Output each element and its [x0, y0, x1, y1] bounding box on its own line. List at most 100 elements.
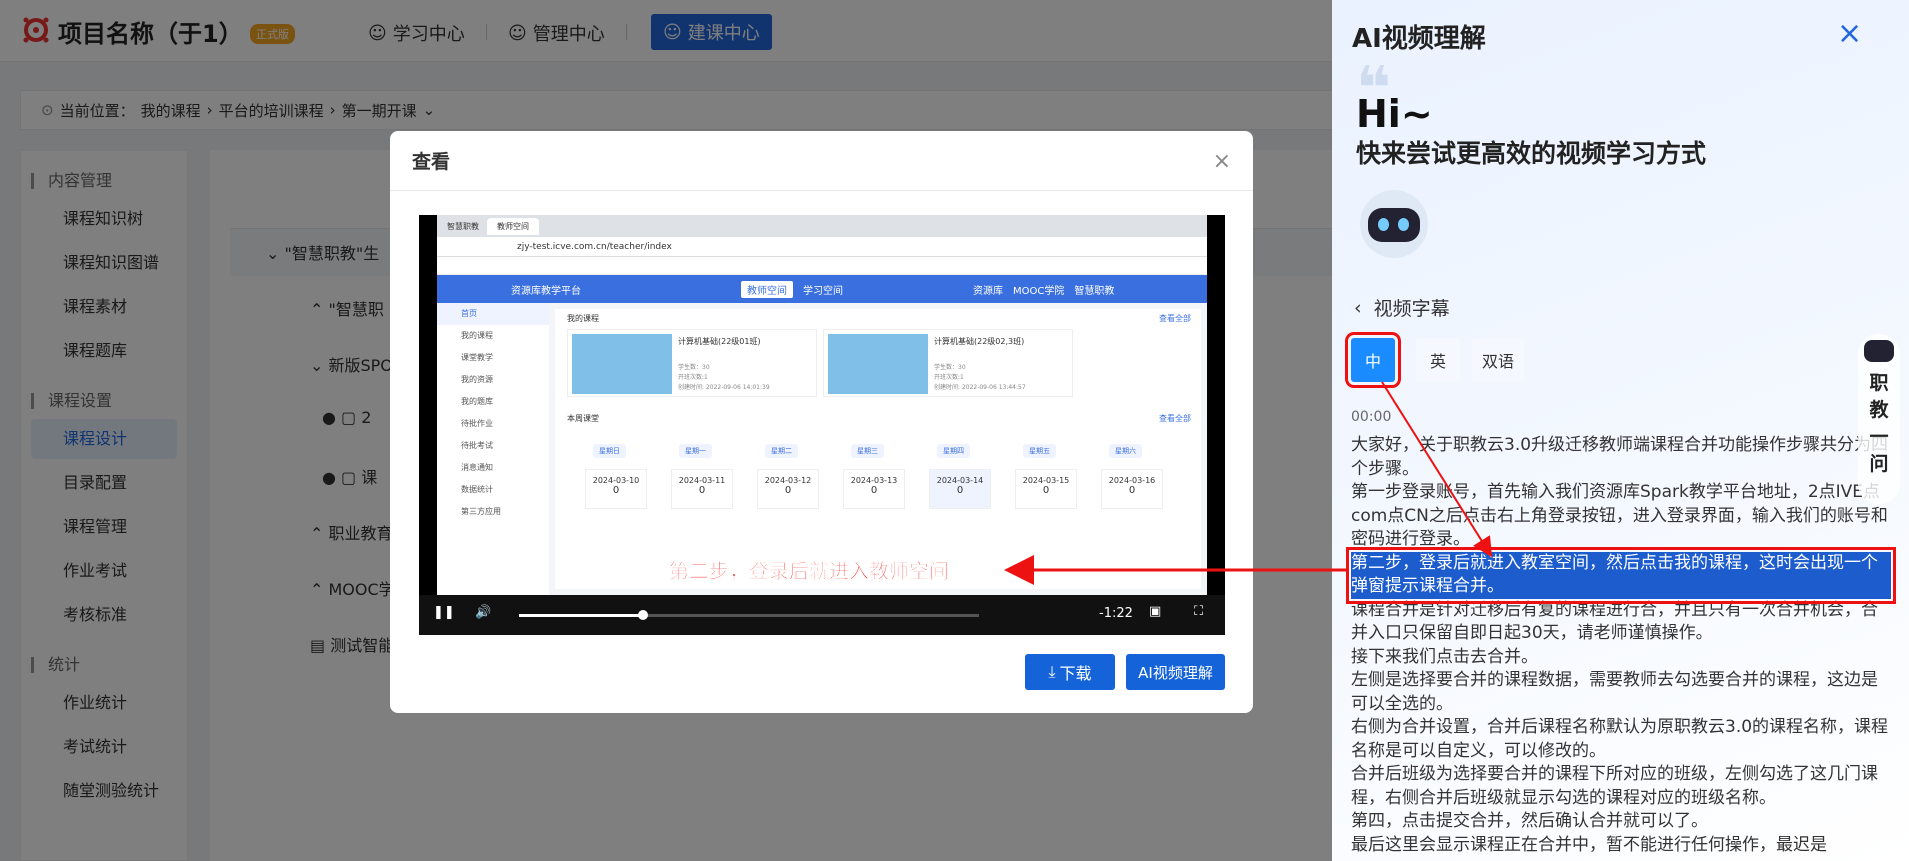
download-label: 下载: [1059, 664, 1092, 683]
app-name: 资源库教学平台: [511, 285, 581, 297]
date-label: 2024-03-16: [1108, 476, 1156, 485]
modal-title: 查看: [390, 131, 1253, 191]
ai-panel: AI视频理解 × ❝ Hi~ 快来尝试更高效的视频学习方式 ‹ 视频字幕 中 英…: [1332, 0, 1909, 861]
app-menu-item: 我的课程: [461, 331, 493, 340]
robot-avatar-icon: [1360, 190, 1428, 258]
week-view-all: 查看全部: [1159, 414, 1191, 423]
lang-zh-button[interactable]: 中: [1345, 332, 1401, 388]
browser-tabs: 智慧职教 教师空间: [437, 215, 1207, 237]
app-menu-item: 首页: [437, 303, 549, 325]
transcript-line[interactable]: 第一步登录账号，首先输入我们资源库Spark教学平台地址，2点IVE点com点C…: [1351, 481, 1891, 552]
video-controls: ❚❚ 🔊 -1:22 ▣ ⛶: [419, 595, 1225, 635]
date-cell: 2024-03-13 0: [843, 469, 905, 509]
date-label: 2024-03-14: [936, 476, 984, 485]
video-frame: 智慧职教 教师空间 zjy-test.icve.com.cn/teacher/i…: [437, 215, 1207, 595]
date-cell: 2024-03-16 0: [1101, 469, 1163, 509]
lang-bilingual-button[interactable]: 双语: [1472, 338, 1524, 382]
date-cell: 2024-03-11 0: [671, 469, 733, 509]
date-label: 2024-03-15: [1022, 476, 1070, 485]
app-menu-item: 待批考试: [461, 441, 493, 450]
course-created: 创建时间: 2022-09-06 13:44:57: [934, 384, 1026, 391]
view-all-link: 查看全部: [1159, 314, 1191, 323]
float-char: 职: [1869, 372, 1889, 394]
volume-icon[interactable]: 🔊: [475, 605, 491, 620]
course-thumbnail: [572, 334, 672, 394]
date-label: 2024-03-10: [592, 476, 640, 485]
transcript-line-highlighted[interactable]: 第二步，登录后就进入教室空间，然后点击我的课程，这时会出现一个弹窗提示课程合并。: [1346, 546, 1896, 604]
week-label: 本周课堂: [567, 414, 599, 423]
app-menu-item: 消息通知: [461, 463, 493, 472]
course-students: 学生数：30: [934, 364, 966, 371]
browser-tab: 教师空间: [487, 217, 539, 235]
transcript-line[interactable]: 第四，点击提交合并，然后确认合并就可以了。: [1351, 810, 1891, 834]
view-modal: 查看 × 智慧职教 教师空间 zjy-test.icve.com.cn/teac…: [390, 131, 1253, 713]
float-char: 教: [1869, 399, 1889, 421]
app-nav: 教师空间: [741, 280, 793, 298]
progress-handle[interactable]: [638, 610, 649, 620]
time-remaining: -1:22: [1099, 606, 1133, 621]
ai-panel-title: AI视频理解: [1352, 24, 1486, 54]
transcript-line[interactable]: 课程合并是针对迁移后有复的课程进行合，并且只有一次合并机会，合并入口只保留自即日…: [1351, 599, 1891, 646]
weekday-label: 星期三: [851, 444, 884, 458]
app-main: 我的课程 查看全部 计算机基础(22级01班) 学生数：30 开班次数:1 创建…: [555, 309, 1201, 589]
app-nav: MOOC学院: [1013, 285, 1065, 297]
video-player[interactable]: 智慧职教 教师空间 zjy-test.icve.com.cn/teacher/i…: [419, 215, 1225, 635]
close-icon[interactable]: ×: [1837, 16, 1862, 51]
date-label: 2024-03-13: [850, 476, 898, 485]
weekday-label: 星期一: [679, 444, 712, 458]
transcript-line[interactable]: 左侧是选择要合并的课程数据，需要教师去勾选要合并的课程，这边是可以全选的。: [1351, 669, 1891, 716]
date-count: 0: [1128, 485, 1136, 496]
course-name: 计算机基础(22级02,3班): [934, 337, 1025, 346]
app-menu-item: 我的题库: [461, 397, 493, 406]
subtitles-section-header[interactable]: ‹ 视频字幕: [1354, 294, 1450, 321]
app-menu-item: 待批作业: [461, 419, 493, 428]
mini-robot-icon: [1864, 340, 1894, 362]
ai-video-button[interactable]: AI视频理解: [1126, 654, 1225, 690]
chevron-left-icon: ‹: [1354, 296, 1362, 319]
date-cell: 2024-03-15 0: [1015, 469, 1077, 509]
section-title: 视频字幕: [1373, 298, 1450, 320]
fullscreen-icon[interactable]: ⛶: [1194, 604, 1203, 619]
bookmarks-bar: [437, 257, 1207, 275]
date-label: 2024-03-11: [678, 476, 726, 485]
pause-icon[interactable]: ❚❚: [433, 605, 455, 620]
weekday-label: 星期二: [765, 444, 798, 458]
app-nav: 学习空间: [803, 285, 843, 297]
date-count: 0: [1042, 485, 1050, 496]
course-card: 计算机基础(22级01班) 学生数：30 开班次数:1 创建时间: 2022-0…: [567, 329, 817, 397]
app-menu-item: 数据统计: [461, 485, 493, 494]
close-icon[interactable]: ×: [1213, 149, 1231, 174]
transcript: 大家好，关于职教云3.0升级迁移教师端课程合并功能操作步骤共分为四个步骤。 第一…: [1346, 434, 1896, 858]
date-count: 0: [612, 485, 620, 496]
date-count: 0: [870, 485, 878, 496]
progress-bar[interactable]: [519, 610, 979, 620]
date-count: 0: [698, 485, 706, 496]
zhijiao-yiwen-float-button[interactable]: 职 教 一 问: [1858, 334, 1900, 504]
transcript-line[interactable]: 合并后班级为选择要合并的课程下所对应的班级，左侧勾选了这几门课程，右侧合并后班级…: [1351, 763, 1891, 810]
date-count: 0: [956, 485, 964, 496]
weekday-label: 星期五: [1023, 444, 1056, 458]
transcript-line[interactable]: 接下来我们点击去合并。: [1351, 646, 1891, 670]
transcript-line[interactable]: 右侧为合并设置，合并后课程名称默认为原职教云3.0的课程名称，课程名称是可以自定…: [1351, 716, 1891, 763]
course-created: 创建时间: 2022-09-06 14:01:39: [678, 384, 770, 391]
date-cell: 2024-03-10 0: [585, 469, 647, 509]
transcript-line[interactable]: 最后这里会显示课程正在合并中，暂不能进行任何操作，最迟是: [1351, 834, 1891, 858]
date-cell: 2024-03-12 0: [757, 469, 819, 509]
course-students: 学生数：30: [678, 364, 710, 371]
app-nav: 智慧职教: [1074, 285, 1115, 297]
download-icon: ⤓: [1048, 662, 1056, 681]
pip-icon[interactable]: ▣: [1149, 604, 1161, 619]
subtitle-timestamp: 00:00: [1351, 409, 1392, 425]
transcript-line[interactable]: 大家好，关于职教云3.0升级迁移教师端课程合并功能操作步骤共分为四个步骤。: [1351, 434, 1891, 481]
app-header: 资源库教学平台 教师空间 学习空间 资源库 MOOC学院 智慧职教: [437, 275, 1207, 303]
float-char: 问: [1869, 453, 1889, 475]
download-button[interactable]: ⤓ 下载: [1025, 654, 1115, 690]
course-card: 计算机基础(22级02,3班) 学生数：30 开班次数:1 创建时间: 2022…: [823, 329, 1073, 397]
my-courses-label: 我的课程: [567, 314, 599, 323]
course-class: 开班次数:1: [934, 374, 964, 381]
lang-en-button[interactable]: 英: [1416, 338, 1460, 382]
browser-tab: 智慧职教: [447, 221, 479, 231]
app-menu-item: 第三方应用: [461, 507, 501, 516]
date-label: 2024-03-12: [764, 476, 812, 485]
greeting-subtitle: 快来尝试更高效的视频学习方式: [1356, 139, 1707, 168]
